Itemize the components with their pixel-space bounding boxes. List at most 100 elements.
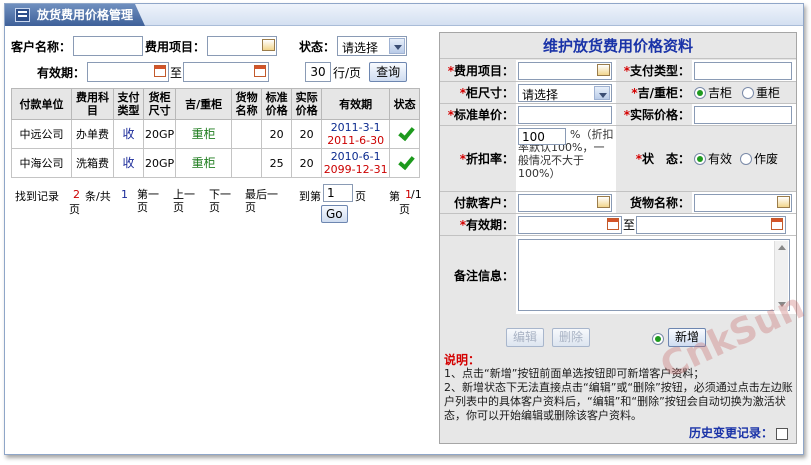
status-valid-radio[interactable] — [694, 152, 706, 165]
valid-cell: 2010-6-1 2099-12-31 — [321, 148, 391, 178]
fee-item-label: 费用项目： — [453, 64, 514, 78]
status-select[interactable]: 请选择 — [337, 36, 408, 56]
date-end: 2011-6-30 — [327, 134, 385, 147]
form-valid-label: 有效期： — [465, 218, 514, 232]
cabinet-opt2-label: 重柜 — [756, 86, 781, 100]
explain-line2: 2、新增状态下无法直接点击“编辑”或“删除”按钮，必须通过点击左边账户列表中的具… — [444, 381, 793, 422]
discount-label: 折扣率： — [465, 152, 514, 166]
scrollbar[interactable] — [774, 241, 788, 311]
column-header: 货柜尺寸 — [142, 88, 177, 120]
picker-icon[interactable] — [777, 195, 790, 208]
delete-button[interactable]: 删除 — [552, 328, 591, 347]
history-checkbox[interactable] — [776, 427, 788, 440]
explain-line1: 1、点击“新增”按钮前面单选按钮即可新增客户资料； — [444, 367, 705, 380]
size-select[interactable]: 请选择 — [518, 83, 612, 102]
cabinet-empty-radio[interactable] — [694, 86, 706, 99]
chevron-down-icon[interactable] — [389, 38, 406, 54]
fee-cell: 办单费 — [71, 119, 114, 149]
next-page-link[interactable]: 下一页 — [209, 188, 233, 214]
payer-label: 付款客户： — [453, 196, 514, 210]
customer-input[interactable] — [73, 36, 144, 56]
std-price-label: 标准单价： — [453, 108, 514, 122]
column-header: 支付类型 — [113, 88, 144, 120]
discount-input[interactable] — [518, 128, 566, 145]
valid-cell: 2011-3-1 2011-6-30 — [321, 119, 391, 149]
column-header: 货物名称 — [231, 88, 263, 120]
std-price-cell: 20 — [261, 119, 293, 149]
last-page-link[interactable]: 最后一页 — [245, 188, 281, 214]
real-price-input[interactable] — [694, 105, 792, 124]
cabinet-opt1-label: 吉柜 — [708, 86, 733, 100]
list-icon — [15, 8, 30, 22]
status-label: 状态： — [299, 39, 336, 54]
column-header: 吉/重柜 — [175, 88, 233, 120]
history-label: 历史变更记录： — [688, 426, 773, 440]
picker-icon[interactable] — [597, 63, 610, 76]
calendar-icon[interactable] — [254, 65, 267, 77]
goto-label: 到第 — [299, 190, 321, 203]
pager: 找到记录 2 条/共 1 页 第一页 上一页 下一页 最后一页 到第 页 Go … — [11, 184, 434, 226]
add-mode-radio[interactable] — [652, 333, 664, 345]
status-void-radio[interactable] — [740, 152, 753, 165]
cabinet-full-radio[interactable] — [742, 86, 755, 99]
form-actions: 编辑 删除 新增 — [440, 325, 796, 351]
explain-head: 说明： — [444, 353, 481, 367]
fee-item-label: 费用项目： — [145, 39, 206, 54]
add-button[interactable]: 新增 — [668, 328, 707, 347]
chevron-down-icon[interactable] — [594, 85, 610, 100]
status-cell — [389, 119, 421, 149]
goto-page-input[interactable] — [323, 184, 353, 202]
column-header: 状态 — [389, 88, 421, 120]
page-unit: 页 — [69, 203, 80, 216]
window-title: 放货费用价格管理 — [37, 8, 134, 22]
page-slash-total: /1 — [411, 188, 422, 201]
remark-label: 备注信息： — [453, 268, 514, 283]
pay-type-label: 支付类型： — [629, 64, 690, 78]
column-header: 标准价格 — [261, 88, 293, 120]
search-panel: 客户名称： 费用项目： 状态： 请选择 有效期： 至 30 行/页 查询 付款单… — [11, 34, 434, 226]
prev-page-link[interactable]: 上一页 — [173, 188, 197, 214]
explain-block: 说明： 1、点击“新增”按钮前面单选按钮即可新增客户资料； 2、新增状态下无法直… — [444, 353, 794, 423]
cabinet-label: 吉/重柜： — [637, 86, 690, 100]
first-page-link[interactable]: 第一页 — [137, 188, 161, 214]
calendar-icon[interactable] — [771, 217, 784, 230]
table-row[interactable]: 中海公司 洗箱费 收 20GP 重柜 25 20 2010-6-1 2099-1… — [11, 148, 421, 178]
form-valid-to-input[interactable] — [636, 215, 787, 234]
found-label: 找到记录 — [15, 190, 59, 203]
status-select-value: 请选择 — [342, 41, 379, 55]
table-row[interactable]: 中远公司 办单费 收 20GP 重柜 20 20 2011-3-1 2011-6… — [11, 119, 421, 149]
edit-button[interactable]: 编辑 — [506, 328, 545, 347]
result-table: 付款单位 费用科目 支付类型 货柜尺寸 吉/重柜 货物名称 标准价格 实际价格 … — [11, 88, 421, 178]
customer-label: 客户名称： — [11, 39, 72, 54]
goods-cell — [231, 148, 263, 178]
real-price-cell: 20 — [291, 119, 323, 149]
picker-icon[interactable] — [597, 195, 610, 208]
std-price-input[interactable] — [518, 105, 612, 124]
per-page-label: 行/页 — [333, 65, 362, 80]
checkmark-icon — [397, 126, 413, 140]
calendar-icon[interactable] — [154, 65, 166, 77]
page-total: 1 — [121, 188, 128, 201]
size-select-value: 请选择 — [522, 87, 559, 102]
main-window: 放货费用价格管理 客户名称： 费用项目： 状态： 请选择 有效期： 至 30 行… — [4, 3, 804, 455]
query-button[interactable]: 查询 — [369, 62, 408, 82]
record-count: 2 — [73, 188, 80, 201]
size-label: 柜尺寸： — [465, 86, 514, 100]
column-header: 付款单位 — [11, 88, 72, 120]
pay-type-input[interactable] — [694, 61, 792, 80]
remark-textarea[interactable] — [518, 239, 790, 311]
payer-cell: 中海公司 — [11, 148, 72, 178]
date-start: 2010-6-1 — [330, 150, 381, 163]
to-label: 至 — [170, 65, 183, 80]
calendar-icon[interactable] — [607, 217, 619, 230]
picker-icon[interactable] — [262, 39, 276, 51]
form-grid: * 费用项目： * 支付类型： * 柜尺寸： 请选择 * 吉/重柜： 吉柜 重柜… — [440, 60, 796, 314]
status-opt2-label: 作废 — [754, 152, 779, 166]
goods-label: 货物名称： — [629, 196, 690, 210]
go-button[interactable]: Go — [321, 205, 348, 223]
history-toggle[interactable]: 历史变更记录： — [689, 424, 788, 441]
page-size-input[interactable] — [305, 62, 332, 82]
title-bar: 放货费用价格管理 — [5, 4, 803, 26]
date-start: 2011-3-1 — [330, 121, 381, 134]
payer-cell: 中远公司 — [11, 119, 72, 149]
